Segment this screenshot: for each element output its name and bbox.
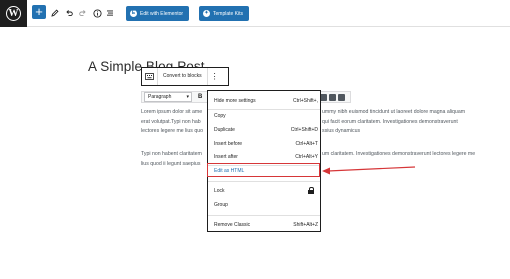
annotation-arrow-icon <box>322 166 416 175</box>
